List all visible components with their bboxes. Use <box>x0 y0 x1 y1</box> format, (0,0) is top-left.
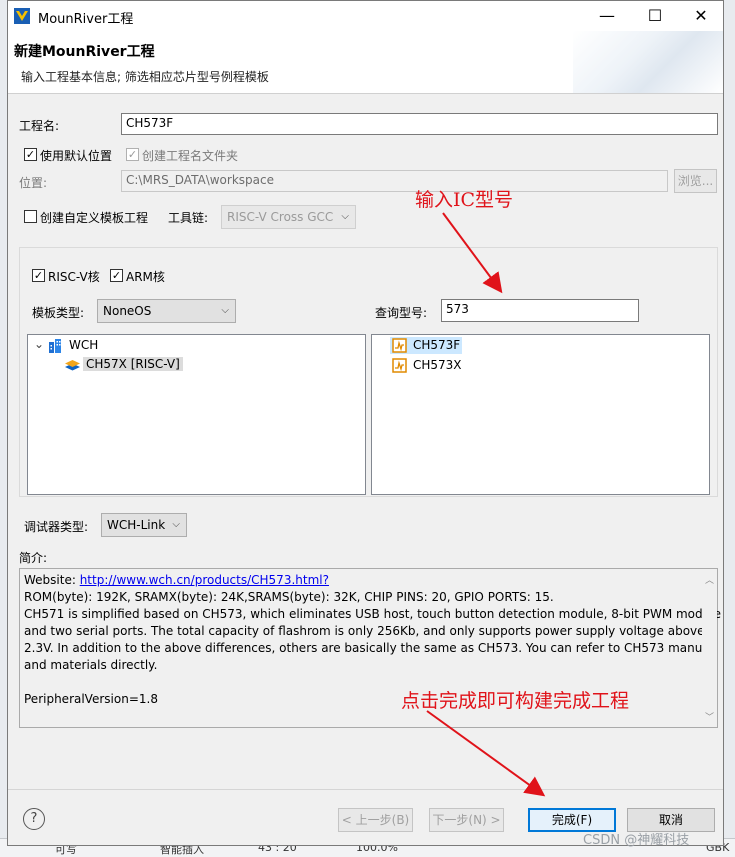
arrow-to-finish-button <box>426 710 546 797</box>
annotation-arrows <box>426 212 546 797</box>
csdn-watermark: CSDN @神耀科技 <box>583 833 690 848</box>
arrow-to-query-input <box>442 212 503 294</box>
